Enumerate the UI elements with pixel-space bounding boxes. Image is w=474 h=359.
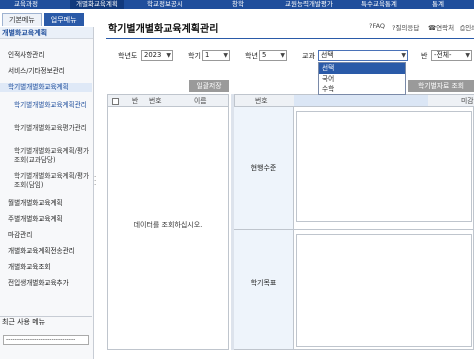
col-name[interactable]: 이름 xyxy=(194,95,207,107)
left-menu-tabs: 기본메뉴 업무메뉴 xyxy=(0,13,94,27)
nav-item-iep[interactable]: 개별화교육계획 xyxy=(70,0,124,9)
year-label: 학년도 xyxy=(118,52,138,60)
nav-item-changhak[interactable]: 창학 xyxy=(232,0,244,9)
empty-message: 데이터를 조회하십시오. xyxy=(133,221,203,229)
sidebar-item-query[interactable]: 개별화교육조회 xyxy=(0,263,92,272)
print-link[interactable]: ⎙인쇄 xyxy=(460,22,474,33)
sidebar-item-transfer-student[interactable]: 전입생개별화교육추가 xyxy=(0,279,92,288)
chevron-down-icon: ▼ xyxy=(223,52,228,59)
sidebar-item-closing[interactable]: 마감관리 xyxy=(0,231,92,240)
student-grid-header: 반 번호 이름 xyxy=(108,95,228,107)
title-divider xyxy=(106,38,474,39)
term-label: 학기 xyxy=(188,52,201,60)
subject-label: 교과 xyxy=(302,52,315,60)
student-grid: 반 번호 이름 데이터를 조회하십시오. xyxy=(107,94,229,350)
grade-select[interactable]: 5 ▼ xyxy=(259,50,287,61)
chevron-down-icon: ▼ xyxy=(401,52,406,59)
sidebar-resize-handle[interactable]: · · · xyxy=(94,174,98,189)
subject-dropdown-list: 선택 국어 수학 xyxy=(318,62,406,95)
contact-icon: ☎ xyxy=(428,24,437,32)
sidebar: 개별화교육계획 인적사항관리 서비스/기타정보관리 학기별개별화교육계획 학기별… xyxy=(0,27,94,359)
nav-item-special-ed-stats[interactable]: 특수교육통계 xyxy=(361,0,397,9)
grade-label: 학년 xyxy=(245,52,258,60)
semester-goal-label: 학기목표 xyxy=(234,230,294,349)
year-value: 2023 xyxy=(144,51,162,59)
recent-menu-heading: 최근 사용 메뉴 xyxy=(0,316,92,326)
semester-query-button[interactable]: 학기별자료 조회 xyxy=(408,80,474,92)
bulk-save-button[interactable]: 일괄저장 xyxy=(189,80,229,92)
select-all-checkbox[interactable] xyxy=(112,98,119,105)
grade-value: 5 xyxy=(262,51,267,59)
top-navigation: 교육과정 개별화교육계획 학교정보공시 창학 교원능력개발평가 특수교육통계 통… xyxy=(0,0,474,9)
semester-goal-textarea[interactable] xyxy=(296,234,472,347)
year-select[interactable]: 2023 ▼ xyxy=(141,50,173,61)
nav-item-teacher-eval[interactable]: 교원능력개발평가 xyxy=(285,0,333,9)
current-level-textarea[interactable] xyxy=(296,111,472,222)
sidebar-item-personal-info[interactable]: 인적사항관리 xyxy=(0,51,92,60)
subject-select[interactable]: 선택 ▼ xyxy=(318,50,408,61)
faq-link[interactable]: ?FAQ xyxy=(369,22,385,30)
class-value: -전체- xyxy=(434,51,452,59)
tab-work-menu[interactable]: 업무메뉴 xyxy=(43,13,84,26)
sidebar-item-query-subject[interactable]: 학기별개별화교육계획/평가조회(교과담당) xyxy=(0,147,92,165)
col-class[interactable]: 반 xyxy=(132,95,138,107)
sidebar-item-semester-iep-manage[interactable]: 학기별개별화교육계획관리 xyxy=(0,101,92,110)
nav-item-stats[interactable]: 통계 xyxy=(432,0,444,9)
current-level-label: 현행수준 xyxy=(234,107,294,229)
col-closing[interactable]: 미감 xyxy=(461,95,474,107)
subject-option-math[interactable]: 수학 xyxy=(319,84,405,95)
term-select[interactable]: 1 ▼ xyxy=(202,50,230,61)
qna-link[interactable]: ?질의응답 xyxy=(392,22,419,32)
contact-link[interactable]: ☎연락처 xyxy=(428,22,454,32)
term-value: 1 xyxy=(205,51,210,59)
col-number[interactable]: 번호 xyxy=(149,95,162,107)
sidebar-item-query-homeroom[interactable]: 학기별개별화교육계획/평가조회(담임) xyxy=(0,172,92,190)
faq-label: FAQ xyxy=(372,22,386,30)
class-label: 반 xyxy=(421,52,428,60)
class-select[interactable]: -전체- ▼ xyxy=(431,50,472,61)
nav-item-school-info[interactable]: 학교정보공시 xyxy=(147,0,183,9)
sidebar-item-semester-iep[interactable]: 학기별개별화교육계획 xyxy=(0,83,92,92)
qna-label: 질의응답 xyxy=(395,24,420,32)
nav-item-curriculum[interactable]: 교육과정 xyxy=(14,0,38,9)
tab-basic-menu[interactable]: 기본메뉴 xyxy=(2,13,42,26)
page-title: 학기별개별화교육계획관리 xyxy=(108,24,219,35)
sidebar-item-semester-eval-manage[interactable]: 학기별개별화교육평가관리 xyxy=(0,124,92,133)
sidebar-item-weekly-iep[interactable]: 주별개별화교육계획 xyxy=(0,215,92,224)
subject-value: 선택 xyxy=(321,51,334,59)
selected-column-highlight xyxy=(294,95,428,106)
col-number-right[interactable]: 번호 xyxy=(255,95,268,107)
subject-option-select[interactable]: 선택 xyxy=(319,63,405,74)
chevron-down-icon: ▼ xyxy=(465,52,470,59)
contact-label: 연락처 xyxy=(436,24,455,32)
chevron-down-icon: ▼ xyxy=(166,52,171,59)
subject-option-korean[interactable]: 국어 xyxy=(319,74,405,85)
recent-menu-select[interactable]: -------------------------------- xyxy=(3,335,89,345)
sidebar-item-monthly-iep[interactable]: 월별개별화교육계획 xyxy=(0,199,92,208)
print-label: 인쇄 xyxy=(465,24,474,32)
sidebar-item-transfer[interactable]: 개별화교육계획전송관리 xyxy=(0,247,92,256)
chevron-down-icon: ▼ xyxy=(280,52,285,59)
sidebar-heading: 개별화교육계획 xyxy=(0,27,93,39)
sidebar-item-service-info[interactable]: 서비스/기타정보관리 xyxy=(0,67,92,76)
